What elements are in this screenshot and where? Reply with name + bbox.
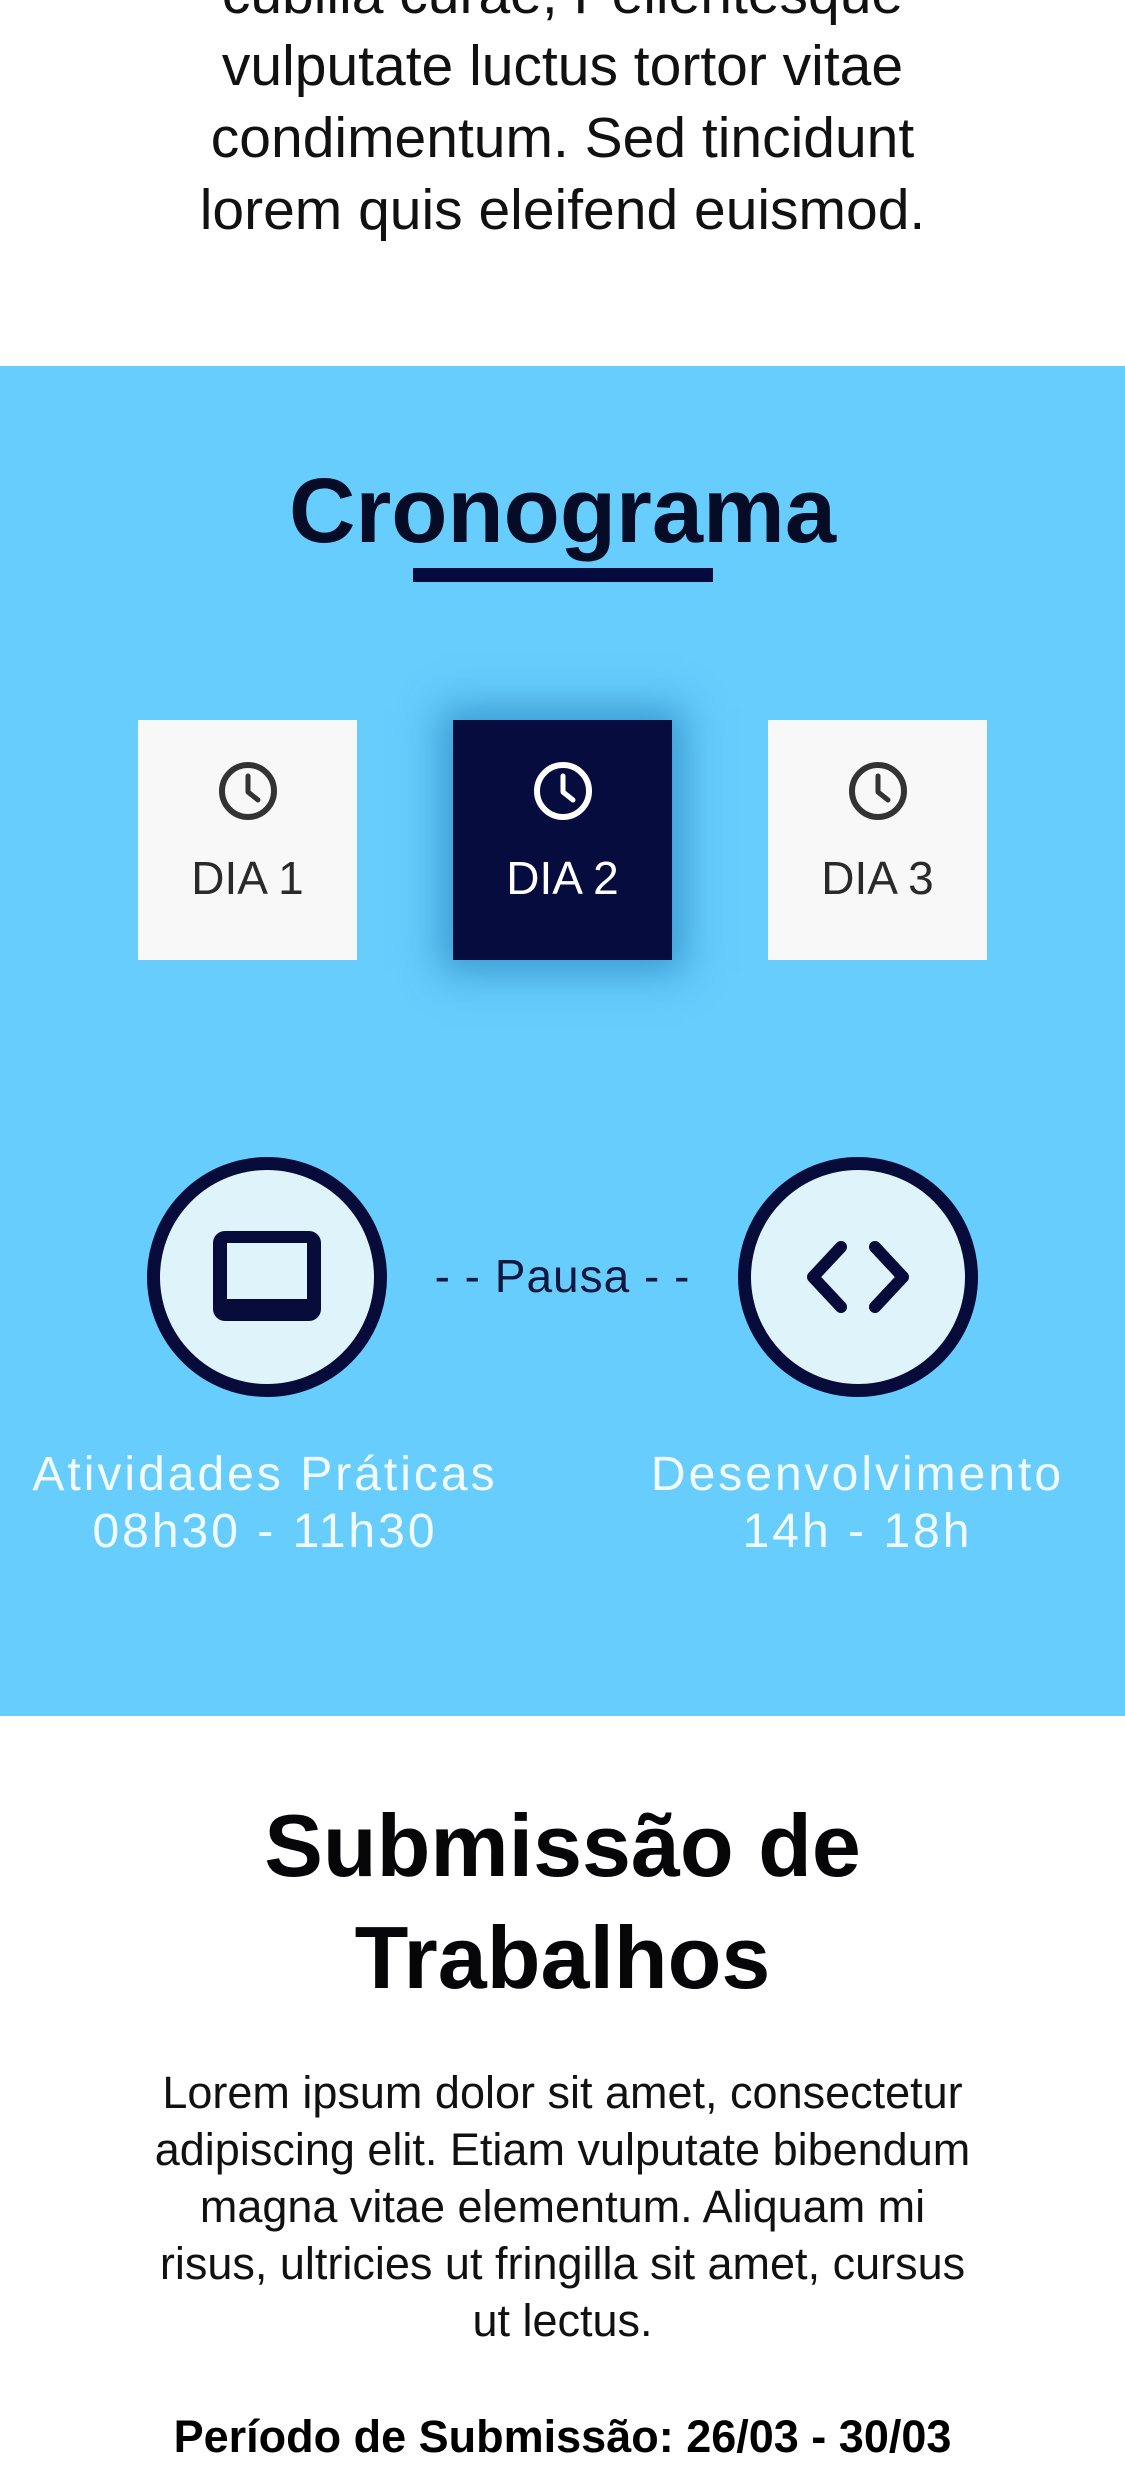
activity-practical-time: 08h30 - 11h30 [92,1505,438,1558]
activity-development-caption: Desenvolvimento 14h - 18h [600,1446,1115,1560]
tab-day-1[interactable]: DIA 1 [138,720,357,960]
submission-title: Submissão de Trabalhos [0,1790,1125,2014]
activity-practical-caption: Atividades Práticas 08h30 - 11h30 [0,1446,530,1560]
activity-practical-icon-circle [147,1157,387,1397]
schedule-section: Cronograma DIA 1 DIA 2 DIA 3 - - Pausa -… [0,366,1125,1716]
code-icon [807,1241,909,1313]
activity-practical-name: Atividades Práticas [32,1448,498,1501]
pause-label: - - Pausa - - [434,1250,691,1302]
tab-day-3-label: DIA 3 [821,852,934,904]
clock-icon [849,762,907,820]
tab-day-2[interactable]: DIA 2 [453,720,672,960]
clock-icon [219,762,277,820]
activity-development-icon-circle [738,1157,978,1397]
submission-title-line-2: Trabalhos [354,1908,771,2007]
activity-development-name: Desenvolvimento [650,1448,1065,1501]
activity-development-time: 14h - 18h [742,1505,973,1558]
submission-description: Lorem ipsum dolor sit amet, consectetur … [154,2067,971,2346]
submission-period: Período de Submissão: 26/03 - 30/03 [173,2411,952,2462]
tab-day-3[interactable]: DIA 3 [768,720,987,960]
title-underline [413,568,713,582]
tab-day-1-label: DIA 1 [191,852,304,904]
tab-day-2-label: DIA 2 [506,852,619,904]
clock-icon [534,762,592,820]
laptop-icon [213,1231,321,1321]
schedule-title: Cronograma [289,460,836,562]
submission-title-line-1: Submissão de [264,1796,861,1895]
intro-text: cubilia curae; Pellentesque vulputate lu… [199,0,926,242]
intro-section: cubilia curae; Pellentesque vulputate lu… [0,0,1125,366]
